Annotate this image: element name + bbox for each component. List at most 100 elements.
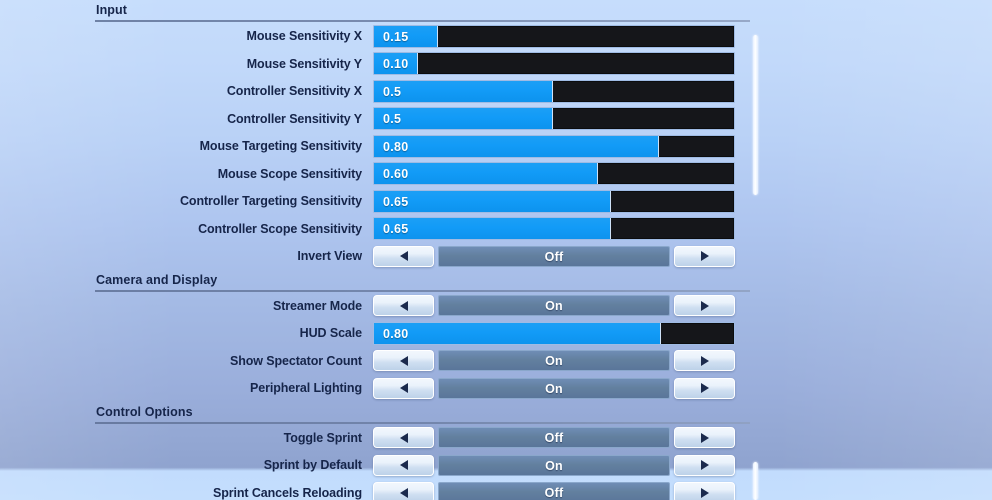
right-arrow-button[interactable] — [674, 482, 735, 500]
section-title-camera-and-display: Camera and Display — [96, 272, 218, 287]
setting-label-mouse-targeting-sensitivity: Mouse Targeting Sensitivity — [199, 139, 362, 154]
setting-label-toggle-sprint: Toggle Sprint — [283, 430, 362, 445]
scrollbar-thumb-lower[interactable] — [753, 462, 758, 500]
right-arrow-button[interactable] — [674, 427, 735, 449]
right-arrow-button[interactable] — [674, 295, 735, 317]
setting-row-toggle-sprint: Toggle Sprint Off — [95, 425, 750, 452]
slider-controller-targeting-sensitivity[interactable]: 0.65 — [373, 189, 735, 213]
slider-value: 0.5 — [383, 112, 402, 127]
selector-value[interactable]: Off — [438, 427, 670, 449]
slider-controller-scope-sensitivity[interactable]: 0.65 — [373, 217, 735, 241]
section-title-control-options: Control Options — [96, 404, 193, 419]
setting-control-controller-sensitivity-y: 0.5 — [373, 107, 736, 131]
slider-value: 0.65 — [383, 194, 409, 209]
selector-value[interactable]: Off — [438, 245, 670, 267]
setting-label-controller-scope-sensitivity: Controller Scope Sensitivity — [198, 221, 362, 236]
setting-control-mouse-sensitivity-y: 0.10 — [373, 52, 736, 76]
slider-mouse-scope-sensitivity[interactable]: 0.60 — [373, 162, 735, 186]
slider-fill — [374, 190, 611, 212]
setting-control-controller-sensitivity-x: 0.5 — [373, 79, 736, 103]
right-arrow-icon — [700, 300, 709, 311]
setting-control-streamer-mode: On — [373, 294, 736, 317]
right-arrow-icon — [700, 355, 709, 366]
selector-value[interactable]: On — [438, 295, 670, 317]
setting-control-sprint-cancels-reloading: Off — [373, 481, 736, 500]
left-arrow-button[interactable] — [373, 350, 434, 372]
left-arrow-icon — [399, 487, 408, 498]
slider-controller-sensitivity-x[interactable]: 0.5 — [373, 79, 735, 103]
setting-control-mouse-scope-sensitivity: 0.60 — [373, 162, 736, 186]
setting-control-mouse-sensitivity-x: 0.15 — [373, 24, 736, 48]
left-arrow-button[interactable] — [373, 377, 434, 399]
slider-mouse-sensitivity-x[interactable]: 0.15 — [373, 24, 735, 48]
section-divider — [95, 20, 750, 22]
setting-row-peripheral-lighting: Peripheral Lighting On — [95, 375, 750, 402]
setting-row-controller-sensitivity-y: Controller Sensitivity Y 0.5 — [95, 106, 750, 133]
setting-label-sprint-by-default: Sprint by Default — [263, 458, 362, 473]
section-divider — [95, 421, 750, 424]
slider-mouse-sensitivity-y[interactable]: 0.10 — [373, 52, 735, 76]
slider-fill — [374, 322, 662, 344]
setting-row-mouse-scope-sensitivity: Mouse Scope Sensitivity 0.60 — [95, 161, 750, 188]
setting-label-show-spectator-count: Show Spectator Count — [229, 353, 362, 368]
right-arrow-icon — [700, 251, 709, 262]
setting-row-show-spectator-count: Show Spectator Count On — [95, 348, 750, 375]
setting-row-controller-targeting-sensitivity: Controller Targeting Sensitivity 0.65 — [95, 188, 750, 215]
section-title-input: Input — [96, 3, 128, 17]
selector-peripheral-lighting: On — [373, 377, 735, 400]
setting-row-controller-scope-sensitivity: Controller Scope Sensitivity 0.65 — [95, 216, 750, 243]
settings-scrollbar[interactable] — [750, 0, 760, 500]
selector-streamer-mode: On — [373, 294, 735, 317]
setting-row-streamer-mode: Streamer Mode On — [95, 293, 750, 320]
left-arrow-icon — [399, 300, 408, 311]
setting-control-peripheral-lighting: On — [373, 377, 736, 400]
slider-value: 0.65 — [383, 222, 409, 237]
selector-value[interactable]: On — [438, 454, 670, 476]
setting-row-mouse-sensitivity-x: Mouse Sensitivity X 0.15 — [95, 23, 750, 50]
right-arrow-button[interactable] — [674, 377, 735, 399]
setting-control-invert-view: Off — [373, 245, 736, 268]
selector-value[interactable]: On — [438, 377, 670, 399]
slider-mouse-targeting-sensitivity[interactable]: 0.80 — [373, 134, 735, 158]
slider-fill — [374, 218, 611, 240]
right-arrow-button[interactable] — [674, 245, 735, 267]
section-camera-and-display: Camera and Display Streamer Mode On HUD Sca… — [95, 270, 750, 402]
setting-control-sprint-by-default: On — [373, 454, 736, 477]
slider-value: 0.60 — [383, 167, 409, 182]
selector-invert-view: Off — [373, 245, 735, 268]
slider-value: 0.80 — [383, 326, 409, 341]
slider-value: 0.15 — [383, 29, 409, 44]
right-arrow-icon — [700, 383, 709, 394]
scrollbar-thumb[interactable] — [753, 35, 758, 195]
slider-hud-scale[interactable]: 0.80 — [373, 321, 735, 345]
setting-label-hud-scale: HUD Scale — [299, 326, 362, 341]
selector-toggle-sprint: Off — [373, 426, 735, 449]
left-arrow-button[interactable] — [373, 295, 434, 317]
setting-row-sprint-by-default: Sprint by Default On — [95, 452, 750, 479]
setting-row-controller-sensitivity-x: Controller Sensitivity X 0.5 — [95, 78, 750, 105]
selector-show-spectator-count: On — [373, 349, 735, 372]
right-arrow-button[interactable] — [674, 454, 735, 476]
setting-label-mouse-scope-sensitivity: Mouse Scope Sensitivity — [217, 166, 362, 181]
slider-fill — [374, 135, 660, 157]
left-arrow-button[interactable] — [373, 482, 434, 500]
selector-value[interactable]: Off — [438, 482, 670, 500]
slider-controller-sensitivity-y[interactable]: 0.5 — [373, 107, 735, 131]
setting-label-controller-sensitivity-y: Controller Sensitivity Y — [227, 111, 362, 126]
setting-control-hud-scale: 0.80 — [373, 321, 736, 345]
section-input: Input Mouse Sensitivity X 0.15 Mouse Sensit… — [95, 0, 750, 270]
setting-control-show-spectator-count: On — [373, 349, 736, 372]
setting-label-mouse-sensitivity-y: Mouse Sensitivity Y — [246, 56, 362, 71]
setting-row-sprint-cancels-reloading: Sprint Cancels Reloading Off — [95, 480, 750, 500]
left-arrow-icon — [399, 460, 408, 471]
setting-label-sprint-cancels-reloading: Sprint Cancels Reloading — [212, 485, 362, 500]
left-arrow-icon — [399, 355, 408, 366]
right-arrow-icon — [700, 460, 709, 471]
section-control-options: Control Options Toggle Sprint Off Sprint by… — [95, 402, 750, 500]
setting-label-invert-view: Invert View — [297, 249, 362, 264]
selector-value[interactable]: On — [438, 350, 670, 372]
left-arrow-button[interactable] — [373, 427, 434, 449]
left-arrow-button[interactable] — [373, 454, 434, 476]
right-arrow-button[interactable] — [674, 350, 735, 372]
left-arrow-button[interactable] — [373, 245, 434, 267]
